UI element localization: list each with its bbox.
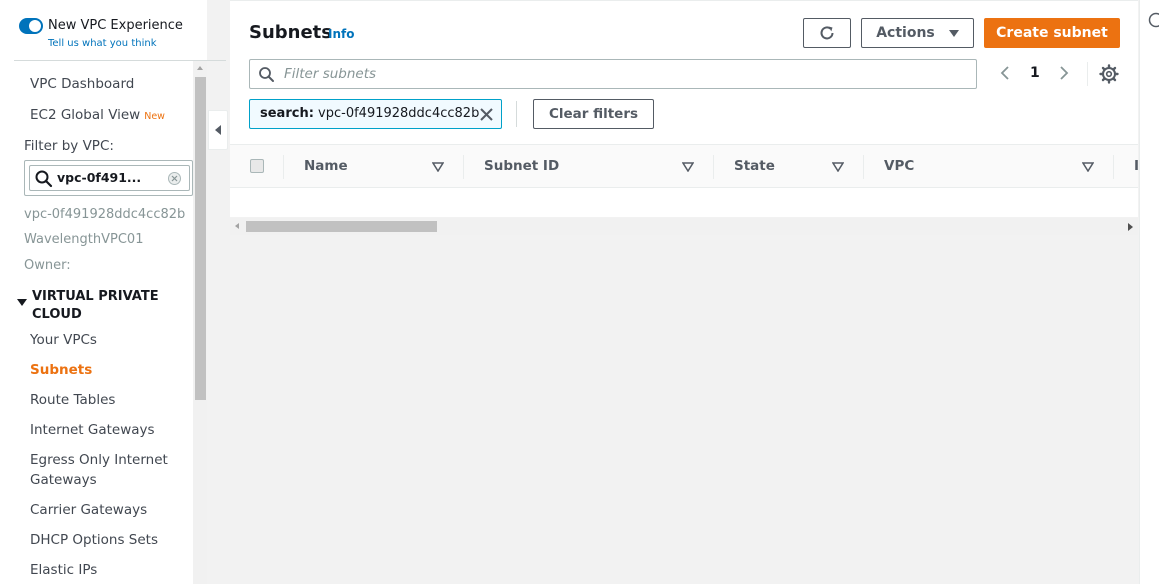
nav-ec2-global-view[interactable]: EC2 Global View New [30, 107, 165, 123]
vpc-experience-title: New VPC Experience [48, 18, 183, 33]
scroll-right-icon[interactable] [1128, 223, 1133, 231]
column-header-state[interactable]: State [734, 158, 775, 174]
page-title: Subnets [249, 22, 333, 43]
scroll-up-icon[interactable] [197, 66, 203, 70]
sidebar-scrollbar-thumb[interactable] [195, 77, 206, 400]
vpc-filter-select[interactable]: vpc-0f491... [24, 160, 193, 196]
filter-subnets-input[interactable]: Filter subnets [249, 59, 977, 89]
filter-token: search: vpc-0f491928ddc4cc82b [249, 99, 502, 129]
sort-down-icon[interactable] [832, 162, 844, 172]
help-icon[interactable] [1148, 12, 1159, 28]
feedback-link[interactable]: Tell us what you think [48, 38, 157, 49]
filter-placeholder: Filter subnets [284, 66, 377, 82]
help-panel-strip [1139, 0, 1159, 584]
filter-token-text: search: vpc-0f491928ddc4cc82b [260, 106, 480, 121]
subnets-panel: Subnets Info Actions Create subnet Filte… [230, 0, 1139, 235]
refresh-icon [820, 26, 834, 40]
actions-button[interactable]: Actions [861, 18, 974, 48]
caret-down-icon[interactable] [17, 299, 27, 306]
vpc-filter-token: vpc-0f491... [29, 165, 190, 191]
chevron-right-icon[interactable] [1058, 64, 1070, 87]
new-badge: New [144, 111, 165, 122]
column-header-name[interactable]: Name [304, 158, 348, 174]
column-divider[interactable] [863, 155, 864, 179]
clear-filters-button[interactable]: Clear filters [533, 99, 654, 129]
chevron-left-icon[interactable] [999, 64, 1011, 87]
refresh-button[interactable] [803, 18, 851, 48]
clear-icon[interactable] [168, 172, 181, 185]
section-title-virtual-private-cloud[interactable]: VIRTUAL PRIVATE CLOUD [32, 288, 182, 324]
table-header: Name Subnet ID State VPC I [230, 144, 1139, 188]
nav-route-tables[interactable]: Route Tables [30, 390, 115, 410]
owner-label: Owner: [24, 258, 71, 273]
search-icon [35, 170, 53, 188]
vpc-name-text: WavelengthVPC01 [24, 232, 144, 247]
scroll-left-icon[interactable] [235, 223, 239, 229]
vpc-id-text: vpc-0f491928ddc4cc82b [24, 207, 186, 222]
column-header-subnet-id[interactable]: Subnet ID [484, 158, 559, 174]
collapse-navigation-button[interactable] [208, 110, 228, 150]
sort-down-icon[interactable] [432, 162, 444, 172]
vpc-filter-value: vpc-0f491... [57, 170, 142, 185]
sort-down-icon[interactable] [682, 162, 694, 172]
nav-carrier-gateways[interactable]: Carrier Gateways [30, 500, 147, 520]
side-navigation: New VPC Experience Tell us what you thin… [0, 0, 226, 584]
column-divider[interactable] [463, 155, 464, 179]
pager-divider [1087, 62, 1088, 86]
nav-dhcp-options-sets[interactable]: DHCP Options Sets [30, 530, 158, 550]
select-all-checkbox[interactable] [250, 159, 264, 173]
info-link[interactable]: Info [328, 27, 354, 41]
gear-icon[interactable] [1098, 63, 1120, 85]
sort-down-icon[interactable] [1082, 162, 1094, 172]
nav-vpc-dashboard[interactable]: VPC Dashboard [30, 76, 134, 92]
column-divider[interactable] [1113, 155, 1114, 179]
caret-down-icon [948, 29, 959, 37]
column-divider[interactable] [713, 155, 714, 179]
nav-elastic-ips[interactable]: Elastic IPs [30, 560, 97, 580]
nav-your-vpcs[interactable]: Your VPCs [30, 330, 97, 350]
nav-internet-gateways[interactable]: Internet Gateways [30, 420, 155, 440]
nav-subnets[interactable]: Subnets [30, 360, 92, 380]
actions-label: Actions [876, 25, 935, 41]
close-icon[interactable] [478, 106, 495, 123]
nav-egress-only-internet-gateways[interactable]: Egress Only Internet Gateways [30, 450, 180, 490]
search-icon [259, 67, 274, 82]
table-horizontal-scrollbar[interactable] [230, 218, 1138, 235]
column-divider [283, 155, 284, 179]
filter-by-vpc-label: Filter by VPC: [24, 138, 114, 154]
column-header-vpc[interactable]: VPC [884, 158, 914, 174]
create-subnet-button[interactable]: Create subnet [984, 18, 1120, 48]
toggle-on-icon[interactable] [19, 18, 43, 34]
token-divider [516, 101, 517, 127]
page-number[interactable]: 1 [1030, 65, 1040, 81]
horizontal-scrollbar-thumb[interactable] [246, 221, 437, 232]
